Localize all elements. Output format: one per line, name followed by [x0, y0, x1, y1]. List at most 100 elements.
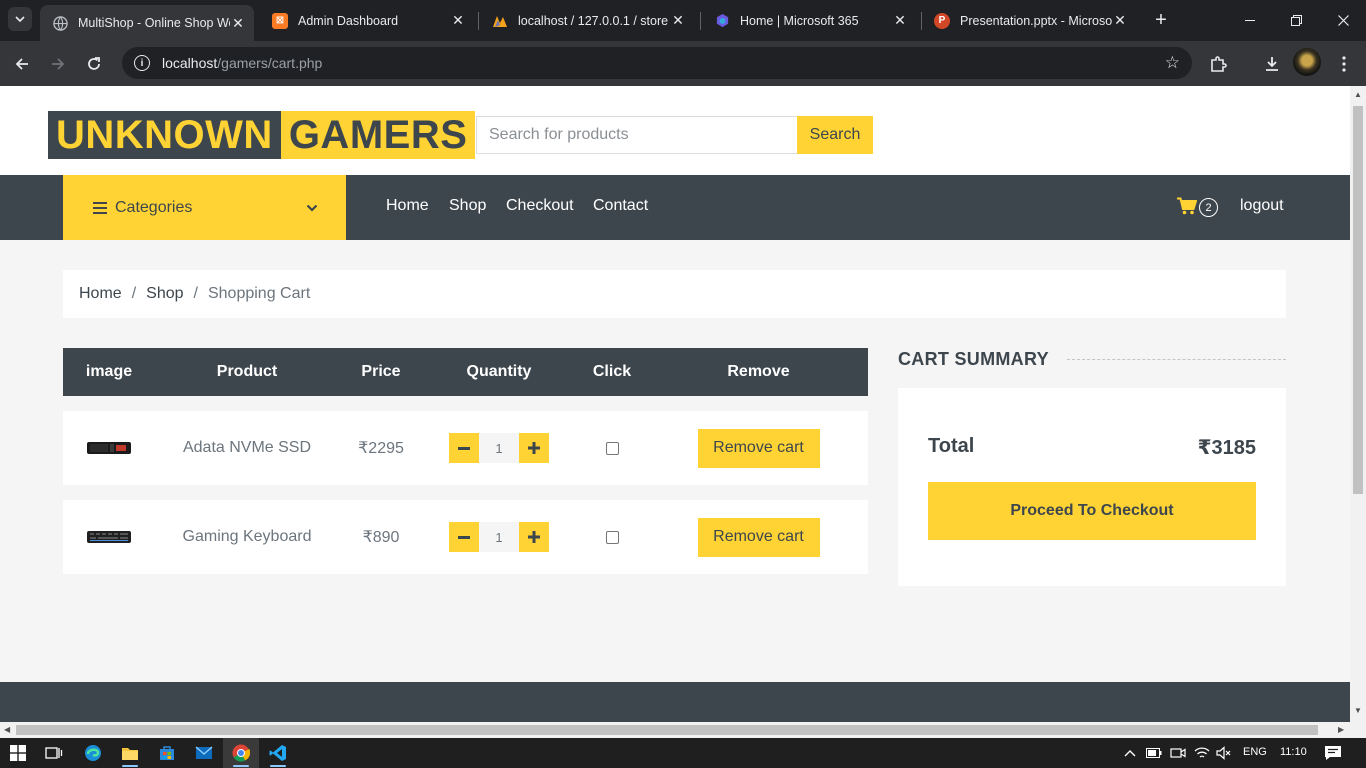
site-footer — [0, 682, 1350, 722]
battery-icon[interactable] — [1144, 743, 1164, 763]
language-indicator[interactable]: ENG — [1243, 746, 1267, 758]
decrease-quantity-button[interactable] — [449, 522, 479, 552]
edge-browser-icon[interactable] — [83, 743, 103, 763]
column-header-remove: Remove — [727, 363, 790, 380]
site-logo[interactable]: UNKNOWN GAMERS — [48, 111, 476, 159]
scroll-left-arrow-icon[interactable]: ◀ — [4, 725, 10, 734]
tab-powerpoint[interactable]: P Presentation.pptx - Microsof ✕ — [922, 5, 1136, 36]
close-icon[interactable]: ✕ — [230, 15, 246, 31]
site-header: UNKNOWN GAMERS Search — [0, 86, 1350, 175]
arrow-left-icon — [15, 58, 28, 70]
tab-search-button[interactable] — [8, 7, 32, 31]
quantity-input[interactable] — [479, 522, 519, 552]
forward-button[interactable] — [45, 51, 71, 77]
tab-phpmyadmin[interactable]: localhost / 127.0.0.1 / store / ✕ — [480, 5, 694, 36]
mail-icon[interactable] — [194, 743, 214, 763]
downloads-button[interactable] — [1259, 51, 1285, 77]
back-button[interactable] — [9, 51, 35, 77]
restore-button[interactable] — [1273, 0, 1319, 41]
product-image-ssd[interactable] — [63, 439, 155, 457]
breadcrumb-current: Shopping Cart — [207, 285, 311, 302]
phpmyadmin-icon — [492, 13, 508, 29]
reload-button[interactable] — [81, 51, 107, 77]
tab-microsoft-365[interactable]: Home | Microsoft 365 ✕ — [702, 5, 916, 36]
running-indicator — [233, 765, 249, 767]
close-icon[interactable]: ✕ — [670, 12, 686, 29]
hamburger-icon — [93, 201, 107, 214]
remove-cart-button[interactable]: Remove cart — [697, 517, 820, 557]
vertical-scroll-thumb[interactable] — [1353, 106, 1363, 494]
volume-muted-icon[interactable] — [1214, 743, 1234, 763]
main-navbar: Categories Home Shop Checkout Contact 2 … — [0, 175, 1350, 240]
wifi-icon[interactable] — [1192, 743, 1212, 763]
meet-now-icon[interactable] — [1168, 743, 1188, 763]
nav-link-home[interactable]: Home — [386, 197, 429, 215]
scroll-down-arrow-icon[interactable]: ▼ — [1354, 706, 1362, 715]
product-name: Adata NVMe SSD — [182, 439, 312, 456]
tab-separator — [700, 12, 701, 30]
nav-link-shop[interactable]: Shop — [449, 197, 486, 215]
microsoft-store-icon[interactable] — [157, 743, 177, 763]
search-button[interactable]: Search — [797, 116, 873, 154]
categories-dropdown[interactable]: Categories — [63, 175, 346, 240]
nav-link-contact[interactable]: Contact — [593, 197, 648, 215]
kebab-menu-icon — [1342, 56, 1346, 72]
notifications-icon[interactable] — [1323, 743, 1343, 763]
increase-quantity-button[interactable] — [519, 433, 549, 463]
clock[interactable]: 11:10 — [1280, 746, 1307, 758]
product-image-keyboard[interactable] — [63, 528, 155, 546]
scroll-up-arrow-icon[interactable]: ▲ — [1354, 90, 1362, 99]
task-view-icon[interactable] — [44, 743, 64, 763]
breadcrumb: Home / Shop / Shopping Cart — [63, 270, 1286, 318]
proceed-to-checkout-button[interactable]: Proceed To Checkout — [928, 482, 1256, 540]
browser-menu-button[interactable] — [1331, 51, 1357, 77]
address-bar[interactable]: i localhost/gamers/cart.php ☆ — [122, 47, 1192, 79]
url-path: /gamers/cart.php — [217, 55, 323, 71]
show-hidden-icons-chevron-icon[interactable] — [1120, 743, 1140, 763]
close-icon[interactable]: ✕ — [892, 12, 908, 29]
breadcrumb-home[interactable]: Home — [79, 285, 122, 303]
vertical-scrollbar[interactable]: ▲ ▼ — [1350, 86, 1366, 722]
tab-admin-dashboard[interactable]: ⊠ Admin Dashboard ✕ — [260, 5, 474, 36]
horizontal-scrollbar[interactable]: ◀ ▶ — [0, 722, 1366, 738]
breadcrumb-shop[interactable]: Shop — [146, 285, 183, 303]
extensions-button[interactable] — [1205, 51, 1231, 77]
file-explorer-icon[interactable] — [120, 743, 140, 763]
remove-cart-button[interactable]: Remove cart — [697, 428, 820, 468]
logout-link[interactable]: logout — [1240, 197, 1284, 215]
chrome-icon[interactable] — [231, 743, 251, 763]
decrease-quantity-button[interactable] — [449, 433, 479, 463]
nav-link-checkout[interactable]: Checkout — [506, 197, 574, 215]
shopping-cart-icon[interactable] — [1177, 197, 1197, 215]
close-window-button[interactable] — [1320, 0, 1366, 41]
minus-icon — [458, 446, 470, 450]
tab-multishop[interactable]: MultiShop - Online Shop We ✕ — [40, 5, 254, 41]
product-price: ₹890 — [362, 529, 400, 546]
increase-quantity-button[interactable] — [519, 522, 549, 552]
windows-start-icon[interactable] — [8, 743, 28, 763]
bookmark-star-icon[interactable]: ☆ — [1165, 53, 1180, 73]
cart-summary-heading: CART SUMMARY — [898, 349, 1286, 370]
profile-avatar[interactable] — [1293, 48, 1321, 76]
new-tab-button[interactable]: + — [1150, 9, 1172, 31]
minimize-button[interactable] — [1227, 0, 1273, 41]
quantity-stepper — [423, 522, 575, 552]
quantity-input[interactable] — [479, 433, 519, 463]
remove-cell: Remove cart — [649, 428, 868, 468]
select-checkbox[interactable] — [605, 530, 619, 544]
horizontal-scroll-thumb[interactable] — [16, 725, 1318, 735]
select-checkbox[interactable] — [605, 441, 619, 455]
close-icon[interactable]: ✕ — [1112, 12, 1128, 29]
column-header-product: Product — [216, 363, 278, 380]
plus-icon — [528, 442, 540, 454]
search-input[interactable] — [476, 116, 798, 154]
close-icon[interactable]: ✕ — [450, 12, 466, 29]
vscode-icon[interactable] — [268, 743, 288, 763]
arrow-right-icon — [52, 58, 65, 70]
tab-label: Presentation.pptx - Microsof — [960, 13, 1112, 28]
logo-part-2: GAMERS — [280, 111, 476, 159]
info-icon[interactable]: i — [134, 55, 150, 71]
globe-icon — [52, 15, 68, 31]
tab-label: Admin Dashboard — [298, 13, 399, 28]
scroll-right-arrow-icon[interactable]: ▶ — [1338, 725, 1344, 734]
